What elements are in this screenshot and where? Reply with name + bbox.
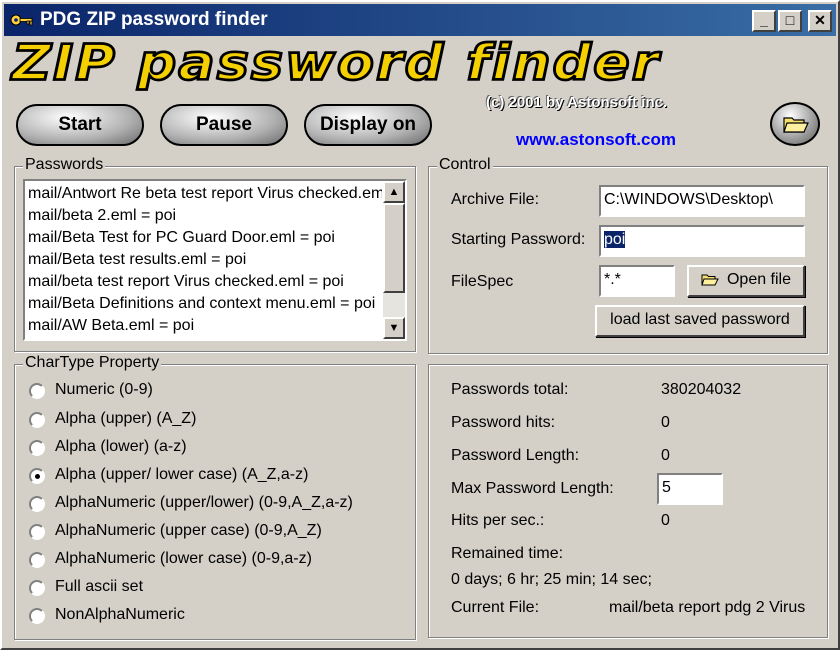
list-item[interactable]: mail/Beta Definitions and context menu.e… [28,293,382,315]
archive-file-label: Archive File: [451,191,540,208]
radio-label: Alpha (lower) (a-z) [55,438,187,455]
scroll-thumb[interactable] [383,203,405,293]
hits-per-sec-value: 0 [661,512,670,529]
radio-label: AlphaNumeric (upper case) (0-9,A_Z) [55,522,322,539]
starting-password-label: Starting Password: [451,231,586,248]
app-window: PDG ZIP password finder _ □ ✕ ZIP passwo… [0,0,840,650]
password-length-label: Password Length: [451,447,580,464]
list-item[interactable]: mail/Beta Test for PC Guard Door.eml = p… [28,227,382,249]
title-bar[interactable]: PDG ZIP password finder _ □ ✕ [4,4,836,36]
stats-group: Passwords total: 380204032 Password hits… [428,364,828,638]
radio-label: AlphaNumeric (lower case) (0-9,a-z) [55,550,312,567]
key-icon [10,14,33,26]
passwords-total-value: 380204032 [661,381,742,398]
list-item[interactable]: mail/beta test report Virus checked.eml … [28,271,382,293]
passwords-total-label: Passwords total: [451,381,569,398]
list-item[interactable]: mail/Beta test results.eml = poi [28,249,382,271]
folder-icon [701,274,719,286]
remained-time-value: 0 days; 6 hr; 25 min; 14 sec; [451,571,652,588]
radio-button[interactable] [29,496,45,512]
radio-label: Full ascii set [55,578,144,595]
scroll-down-button[interactable]: ▼ [383,317,405,339]
control-group-label: Control [437,156,493,174]
folder-icon [783,117,809,133]
open-file-button[interactable]: Open file [687,265,805,297]
password-hits-value: 0 [661,414,670,431]
filespec-label: FileSpec [451,273,514,290]
radio-button-checked[interactable] [29,468,45,484]
pause-button[interactable]: Pause [160,104,288,146]
load-last-password-button[interactable]: load last saved password [595,305,805,337]
hits-per-sec-label: Hits per sec.: [451,512,545,529]
website-link[interactable]: www.astonsoft.com [516,130,676,150]
radio-label: AlphaNumeric (upper/lower) (0-9,A_Z,a-z) [55,494,353,511]
radio-button[interactable] [29,580,45,596]
radio-label: Numeric (0-9) [55,381,153,398]
password-length-value: 0 [661,447,670,464]
open-file-label: Open file [726,271,792,288]
start-button[interactable]: Start [16,104,144,146]
remained-time-label: Remained time: [451,545,564,562]
open-folder-button[interactable] [770,102,820,146]
chartype-group-label: CharType Property [23,354,162,372]
max-password-length-input[interactable]: 5 [657,473,723,505]
minimize-button[interactable]: _ [752,10,776,32]
window-title: PDG ZIP password finder [40,9,268,30]
list-item[interactable]: mail/Antwort Re beta test report Virus c… [28,183,382,205]
radio-button[interactable] [29,383,45,399]
starting-password-input[interactable]: poi [599,225,805,257]
passwords-list[interactable]: mail/Antwort Re beta test report Virus c… [23,179,407,341]
password-hits-label: Password hits: [451,414,556,431]
close-button[interactable]: ✕ [808,10,832,32]
copyright-text: (c) 2001 by Astonsoft inc. [486,94,668,111]
current-file-value: mail/beta report pdg 2 Virus [609,599,806,616]
passwords-list-items: mail/Antwort Re beta test report Virus c… [28,183,382,337]
max-password-length-label: Max Password Length: [451,480,614,497]
banner-text: ZIP password finder [11,34,661,92]
radio-button[interactable] [29,552,45,568]
control-group: Control Archive File: C:\WINDOWS\Desktop… [428,156,828,354]
display-on-button[interactable]: Display on [304,104,432,146]
passwords-scrollbar[interactable]: ▲ ▼ [383,181,405,339]
filespec-input[interactable]: *.* [599,265,675,297]
maximize-button[interactable]: □ [778,10,802,32]
archive-file-input[interactable]: C:\WINDOWS\Desktop\ [599,185,805,217]
passwords-group-label: Passwords [23,156,106,174]
list-item[interactable]: mail/AW Beta.eml = poi [28,315,382,337]
banner-logo: ZIP password finder [11,34,834,92]
radio-button[interactable] [29,608,45,624]
chartype-group: CharType Property Numeric (0-9) Alpha (u… [14,354,416,640]
passwords-group: Passwords mail/Antwort Re beta test repo… [14,156,416,352]
current-file-label: Current File: [451,599,540,616]
list-item[interactable]: mail/beta 2.eml = poi [28,205,382,227]
radio-label: Alpha (upper/ lower case) (A_Z,a-z) [55,466,309,483]
radio-label: NonAlphaNumeric [55,606,185,623]
radio-button[interactable] [29,412,45,428]
radio-button[interactable] [29,524,45,540]
starting-password-value: poi [604,231,626,248]
scroll-up-button[interactable]: ▲ [383,181,405,203]
radio-label: Alpha (upper) (A_Z) [55,410,197,427]
radio-button[interactable] [29,440,45,456]
